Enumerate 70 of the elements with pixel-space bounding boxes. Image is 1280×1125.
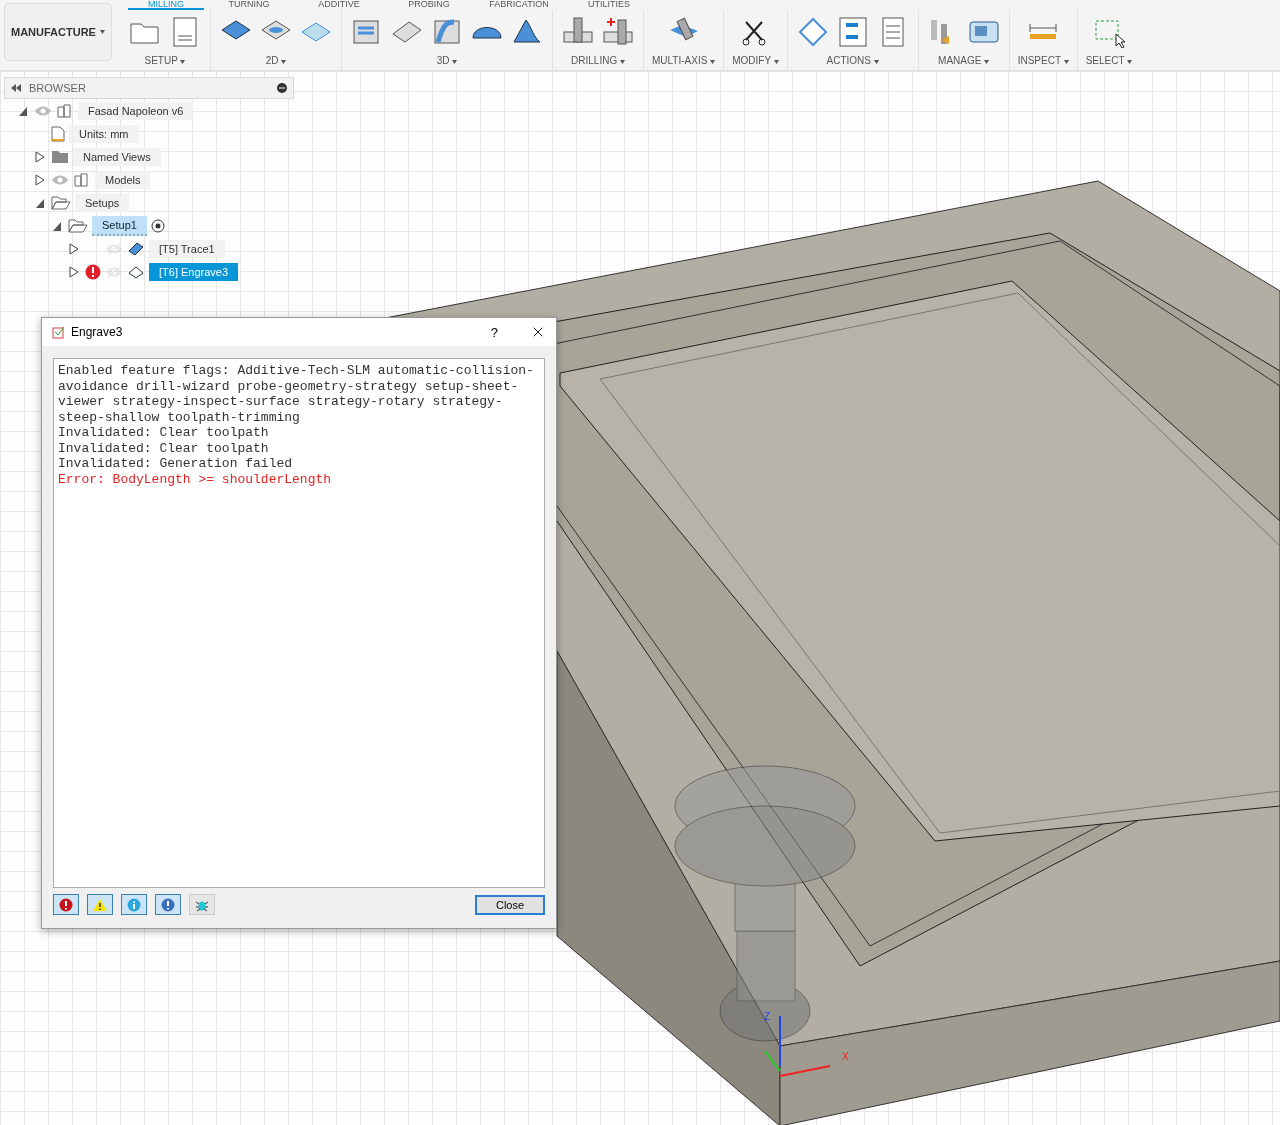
caret-icon xyxy=(1127,60,1133,64)
browser-title: BROWSER xyxy=(29,82,87,94)
dialog-title: Engrave3 xyxy=(71,325,124,339)
filter-toggle[interactable] xyxy=(53,894,79,915)
filter-toggle[interactable] xyxy=(87,894,113,915)
collapsed-arrow-icon[interactable] xyxy=(35,150,45,163)
filter-toggle[interactable] xyxy=(189,894,215,915)
filter-toggle[interactable] xyxy=(155,894,181,915)
component-icon xyxy=(56,102,74,119)
document-icon xyxy=(51,125,65,142)
tree-item[interactable]: Units: mm xyxy=(69,124,139,143)
caret-icon xyxy=(99,30,105,34)
tree-item[interactable]: Named Views xyxy=(73,147,161,166)
help-button[interactable]: ? xyxy=(490,324,498,340)
caret-icon xyxy=(1063,60,1069,64)
filter-toggle[interactable] xyxy=(121,894,147,915)
ribbon-tab[interactable]: FABRICATION xyxy=(474,0,564,10)
caret-icon xyxy=(984,60,990,64)
tree-item[interactable]: Setup1 xyxy=(92,215,147,236)
ribbon-tab[interactable]: PROBING xyxy=(384,0,474,10)
ribbon-tab[interactable]: UTILITIES xyxy=(564,0,654,10)
minus-circle-icon[interactable] xyxy=(277,83,287,93)
ribbon-tab[interactable]: ADDITIVE xyxy=(294,0,384,10)
caret-icon xyxy=(452,60,458,64)
trace-icon xyxy=(127,240,145,257)
caret-icon xyxy=(873,60,879,64)
caret-icon xyxy=(773,60,779,64)
toolbar-group-menu[interactable]: MODIFY xyxy=(732,55,779,66)
tree-item[interactable]: Models xyxy=(95,170,151,189)
toolbar-group-menu[interactable]: MULTI-AXIS xyxy=(652,55,716,66)
tree-item[interactable]: Fasad Napoleon v6 xyxy=(78,101,194,120)
log-message: Invalidated: Clear toolpath xyxy=(58,440,270,456)
collapsed-arrow-icon[interactable] xyxy=(69,265,79,278)
drill-plus-icon[interactable] xyxy=(601,16,635,48)
collapse-icon[interactable] xyxy=(11,84,21,92)
exclamation-icon xyxy=(161,897,175,912)
log-message: Invalidated: Generation failed xyxy=(58,456,294,472)
toolbar-group-menu[interactable]: INSPECT xyxy=(1017,55,1069,66)
toolbar-group-menu[interactable]: 2D xyxy=(265,55,287,66)
caret-icon xyxy=(180,60,186,64)
tree-item[interactable]: [T5] Trace1 xyxy=(149,239,225,258)
caret-icon xyxy=(619,60,625,64)
open-folder-icon xyxy=(68,217,88,234)
caret-icon xyxy=(281,60,287,64)
notepad-icon xyxy=(52,325,65,339)
folder-icon xyxy=(51,149,69,164)
z-axis-label: Z xyxy=(764,1011,771,1022)
collapsed-arrow-icon[interactable] xyxy=(35,173,45,186)
log-message: Invalidated: Clear toolpath xyxy=(58,425,270,441)
ribbon-tab[interactable]: TURNING xyxy=(204,0,294,10)
component-icon xyxy=(73,171,91,188)
caret-icon xyxy=(710,60,716,64)
active-target-icon[interactable] xyxy=(150,218,165,233)
toolbar-group-menu[interactable]: 3D xyxy=(436,55,458,66)
info-icon xyxy=(127,897,141,912)
toolbar-group-menu[interactable]: ACTIONS xyxy=(826,55,879,66)
close-button[interactable]: Close xyxy=(475,894,545,915)
open-folder-icon xyxy=(51,194,71,211)
toolbar-group-menu[interactable]: DRILLING xyxy=(571,55,625,66)
error-message: Error: BodyLength >= shoulderLength xyxy=(58,471,333,487)
workspace-menu[interactable]: MANUFACTURE xyxy=(4,3,112,61)
toolbar-group-menu[interactable]: SETUP xyxy=(144,55,186,66)
x-axis-label: X xyxy=(842,1051,849,1062)
tree-item[interactable]: Setups xyxy=(75,193,130,212)
toolbar-group-menu[interactable]: MANAGE xyxy=(938,55,990,66)
warning-icon xyxy=(92,897,108,912)
toolbar-group-menu[interactable]: SELECT xyxy=(1085,55,1133,66)
error-icon xyxy=(59,897,73,912)
log-message: Enabled feature flags: Additive-Tech-SLM automatic-collision-avoidance drill-wizard probe-geometry-strategy setup-sheet-viewer strategy-inspect-surface strategy-rotary strategy-steep-shallow toolpath-trimming xyxy=(58,363,535,425)
collapsed-arrow-icon[interactable] xyxy=(69,242,79,255)
